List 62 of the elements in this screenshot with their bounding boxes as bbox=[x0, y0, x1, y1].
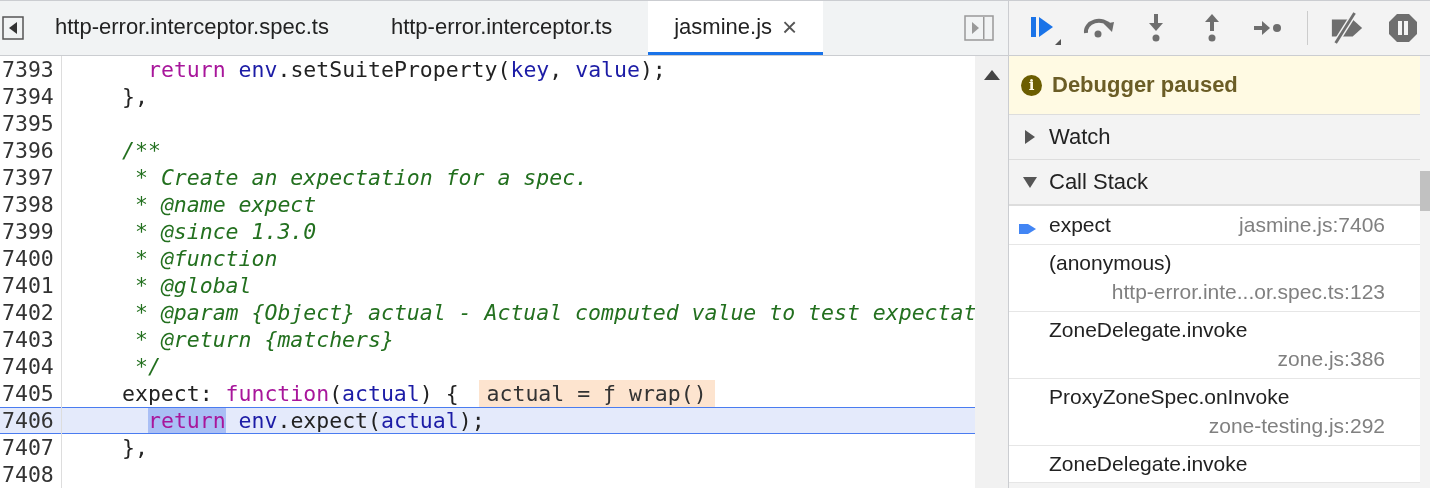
file-tab[interactable]: jasmine.js × bbox=[648, 1, 824, 55]
line-number: 7398 bbox=[0, 191, 62, 218]
deactivate-button[interactable] bbox=[1330, 11, 1364, 45]
deactivate-breakpoints-icon bbox=[1330, 11, 1364, 45]
line-number: 7408 bbox=[0, 461, 62, 488]
close-icon[interactable]: × bbox=[782, 13, 798, 40]
step-over-icon bbox=[1083, 16, 1117, 40]
code-line: * @name expect bbox=[135, 192, 317, 217]
line-number: 7397 bbox=[0, 164, 62, 191]
line-number: 7407 bbox=[0, 434, 62, 461]
section-title: Call Stack bbox=[1049, 169, 1149, 195]
line-number: 7396 bbox=[0, 137, 62, 164]
function-name: expect bbox=[1049, 212, 1111, 238]
scroll-up-icon[interactable] bbox=[983, 70, 1000, 80]
file-tab[interactable]: http-error.interceptor.spec.ts bbox=[29, 1, 355, 55]
banner-text: Debugger paused bbox=[1052, 72, 1238, 98]
code-line: return env.setSuiteProperty(key, value); bbox=[148, 57, 666, 82]
code-line: * @return {matchers} bbox=[135, 327, 394, 352]
line-number: 7393 bbox=[0, 56, 62, 83]
code-line: * @function bbox=[135, 246, 278, 271]
source-location: zone.js:386 bbox=[1277, 346, 1385, 372]
pause-exceptions-button[interactable] bbox=[1386, 11, 1420, 45]
file-tab[interactable]: http-error.interceptor.ts bbox=[364, 1, 639, 55]
line-number: 7406 bbox=[0, 407, 62, 434]
source-location: zone-testing.js:292 bbox=[1208, 413, 1385, 439]
step-icon bbox=[1254, 20, 1282, 36]
source-location: jasmine.js:7406 bbox=[1239, 212, 1385, 238]
pause-on-exceptions-icon bbox=[1388, 13, 1418, 43]
toggle-navigator-icon[interactable] bbox=[2, 16, 24, 40]
scrollbar-thumb[interactable] bbox=[1420, 171, 1430, 211]
line-number: 7403 bbox=[0, 326, 62, 353]
function-name: ProxyZoneSpec.onInvoke bbox=[1049, 384, 1290, 410]
info-icon: i bbox=[1021, 74, 1042, 96]
toggle-sidebar-icon[interactable] bbox=[964, 15, 994, 41]
section-header[interactable]: Watch bbox=[1009, 115, 1420, 160]
function-name: ZoneDelegate.invoke bbox=[1049, 317, 1248, 343]
line-number: 7395 bbox=[0, 110, 62, 137]
line-number: 7399 bbox=[0, 218, 62, 245]
code-line: /** bbox=[122, 138, 161, 163]
line-number: 7401 bbox=[0, 272, 62, 299]
line-number: 7394 bbox=[0, 83, 62, 110]
code-line: */ bbox=[135, 354, 161, 379]
code-line: }, bbox=[122, 84, 148, 109]
function-name: ZoneDelegate.invoke bbox=[1049, 451, 1248, 477]
line-number: 7400 bbox=[0, 245, 62, 272]
function-name: (anonymous) bbox=[1049, 250, 1172, 276]
code-line: * Create an expectation for a spec. bbox=[135, 165, 589, 190]
code-line: * @since 1.3.0 bbox=[135, 219, 317, 244]
source-location: http-error.inte...or.spec.ts:123 bbox=[1111, 279, 1385, 305]
call-frame[interactable]: expect jasmine.js:7406 bbox=[1009, 206, 1420, 245]
code-line: * @param {Object} actual - Actual computed value to test expectat bbox=[135, 300, 975, 325]
section-title: Watch bbox=[1049, 124, 1111, 150]
code-line: return env.expect(actual); bbox=[148, 408, 485, 433]
line-number: 7404 bbox=[0, 353, 62, 380]
code-line: expect: function(actual) { bbox=[122, 381, 459, 406]
call-frame[interactable]: ZoneDelegate.invoke bbox=[1009, 446, 1420, 483]
step-out-icon bbox=[1202, 13, 1222, 43]
code-line: * @global bbox=[135, 273, 252, 298]
inline-value: actual = ƒ wrap() bbox=[478, 380, 715, 407]
step-into-icon bbox=[1146, 13, 1166, 43]
line-number: 7402 bbox=[0, 299, 62, 326]
code-line: }, bbox=[122, 435, 148, 460]
